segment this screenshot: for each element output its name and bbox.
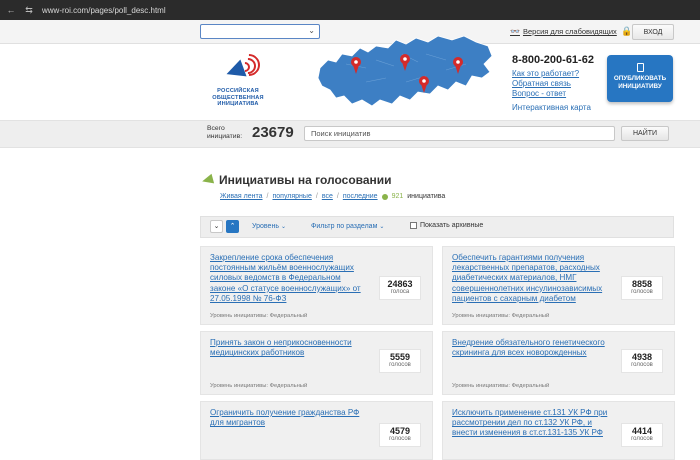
how-it-works-link[interactable]: Как это работает?: [512, 69, 591, 79]
status-dot-icon: [381, 193, 388, 200]
filter-popular[interactable]: популярные: [272, 193, 311, 200]
vote-count-label: голоса: [390, 289, 410, 295]
browser-address-bar[interactable]: ← ⇆ www-roi.com/pages/poll_desc.html: [0, 0, 700, 20]
vote-counter: 8858 голосов: [621, 276, 663, 300]
level-dropdown[interactable]: Уровень ⌄: [252, 223, 286, 230]
vote-count-label: голосов: [631, 289, 653, 295]
vote-count-label: голосов: [631, 436, 653, 442]
level-dropdown-label: Уровень: [252, 223, 279, 230]
initiative-card[interactable]: Ограничить получение гражданства РФ для …: [200, 401, 433, 460]
info-links: Как это работает? Обратная связь Вопрос …: [512, 69, 591, 113]
vote-count: 8858: [631, 279, 653, 289]
publish-initiative-button[interactable]: ОПУБЛИКОВАТЬ ИНИЦИАТИВУ: [607, 55, 673, 102]
vote-count: 4414: [631, 426, 653, 436]
vote-count-label: голосов: [631, 362, 653, 368]
sort-ascending-button[interactable]: ⌃: [226, 220, 239, 233]
feed-filters: Живая лента / популярные / все / последн…: [220, 193, 446, 200]
vote-count: 4579: [389, 426, 411, 436]
initiative-card[interactable]: Обеспечить гарантиями получения лекарств…: [442, 246, 675, 325]
faq-link[interactable]: Вопрос - ответ: [512, 89, 591, 99]
initiative-level: Уровень инициативы: Федеральный: [210, 313, 308, 319]
megaphone-icon: [200, 173, 215, 187]
section-filter-dropdown[interactable]: Фильтр по разделам ⌄: [311, 223, 384, 230]
initiative-title-link[interactable]: Обеспечить гарантиями получения лекарств…: [452, 253, 610, 304]
vote-counter: 24863 голоса: [379, 276, 421, 300]
accessibility-version-label: Версия для слабовидящих: [522, 27, 617, 36]
vote-count: 24863: [387, 279, 413, 289]
chevron-down-icon: ⌄: [379, 224, 385, 230]
total-initiatives-count: 23679: [252, 124, 294, 141]
initiative-title-link[interactable]: Принять закон о неприкосновенности медиц…: [210, 338, 368, 358]
sort-descending-button[interactable]: ⌄: [210, 220, 223, 233]
vote-count-label: голосов: [389, 362, 411, 368]
initiative-title-link[interactable]: Закрепление срока обеспечения постоянным…: [210, 253, 368, 304]
total-label-line-1: Всего: [207, 125, 225, 132]
section-filter-label: Фильтр по разделам: [311, 223, 378, 230]
archived-checkbox[interactable]: [410, 222, 417, 229]
vote-count: 4938: [631, 352, 653, 362]
initiative-title-link[interactable]: Ограничить получение гражданства РФ для …: [210, 408, 368, 428]
chevron-down-icon: ⌄: [280, 224, 286, 230]
vote-counter: 4579 голосов: [379, 423, 421, 447]
url-text[interactable]: www-roi.com/pages/poll_desc.html: [42, 6, 166, 15]
show-archived-toggle[interactable]: Показать архивные: [410, 222, 483, 229]
megaphone-logo-icon: [218, 49, 265, 86]
region-select[interactable]: ⌄: [200, 24, 320, 39]
initiative-count: 921: [391, 193, 404, 200]
vote-counter: 4938 голосов: [621, 349, 663, 373]
site-logo[interactable]: РОССИЙСКАЯ ОБЩЕСТВЕННАЯ ИНИЦИАТИВА: [208, 49, 268, 108]
initiative-card[interactable]: Внедрение обязательного генетического ск…: [442, 331, 675, 395]
lock-icon: 🔒: [621, 26, 633, 36]
initiative-card[interactable]: Закрепление срока обеспечения постоянным…: [200, 246, 433, 325]
back-arrow-icon[interactable]: ←: [6, 5, 16, 15]
filter-all[interactable]: все: [322, 193, 333, 200]
vote-counter: 5559 голосов: [379, 349, 421, 373]
filter-latest[interactable]: последние: [343, 193, 378, 200]
archived-label: Показать архивные: [420, 222, 484, 229]
filter-live-feed[interactable]: Живая лента: [220, 193, 263, 200]
russia-map-image[interactable]: [306, 24, 498, 116]
initiative-level: Уровень инициативы: Федеральный: [452, 383, 550, 389]
interactive-map-link[interactable]: Интерактивная карта: [512, 103, 591, 113]
accessibility-version-link[interactable]: 👓 Версия для слабовидящих: [510, 27, 617, 36]
section-heading: Инициативы на голосовании: [200, 173, 392, 187]
initiative-title-link[interactable]: Исключить применение ст.131 УК РФ при ра…: [452, 408, 610, 439]
initiative-level: Уровень инициативы: Федеральный: [210, 383, 308, 389]
feedback-link[interactable]: Обратная связь: [512, 79, 591, 89]
glasses-icon: 👓: [510, 27, 520, 36]
page-title: Инициативы на голосовании: [219, 173, 392, 187]
publish-label-line-2: ИНИЦИАТИВУ: [618, 82, 662, 90]
initiative-card[interactable]: Исключить применение ст.131 УК РФ при ра…: [442, 401, 675, 460]
initiative-title-link[interactable]: Внедрение обязательного генетического ск…: [452, 338, 610, 358]
login-button[interactable]: ВХОД: [632, 24, 674, 40]
vote-count: 5559: [389, 352, 411, 362]
publish-label-line-1: ОПУБЛИКОВАТЬ: [613, 75, 667, 82]
document-icon: [636, 63, 644, 72]
initiative-count-label: инициатива: [407, 193, 446, 200]
vote-count-label: голосов: [389, 436, 411, 442]
search-button[interactable]: НАЙТИ: [621, 126, 669, 141]
vote-counter: 4414 голосов: [621, 423, 663, 447]
initiative-card[interactable]: Принять закон о неприкосновенности медиц…: [200, 331, 433, 395]
initiative-level: Уровень инициативы: Федеральный: [452, 313, 550, 319]
logo-line-3: ИНИЦИАТИВА: [217, 101, 259, 107]
hotline-phone[interactable]: 8-800-200-61-62: [512, 54, 594, 66]
search-input[interactable]: Поиск инициатив: [304, 126, 615, 141]
total-initiatives-label: Всего инициатив:: [207, 125, 242, 140]
total-label-line-2: инициатив:: [207, 132, 243, 140]
page-settings-icon[interactable]: ⇆: [24, 5, 34, 16]
